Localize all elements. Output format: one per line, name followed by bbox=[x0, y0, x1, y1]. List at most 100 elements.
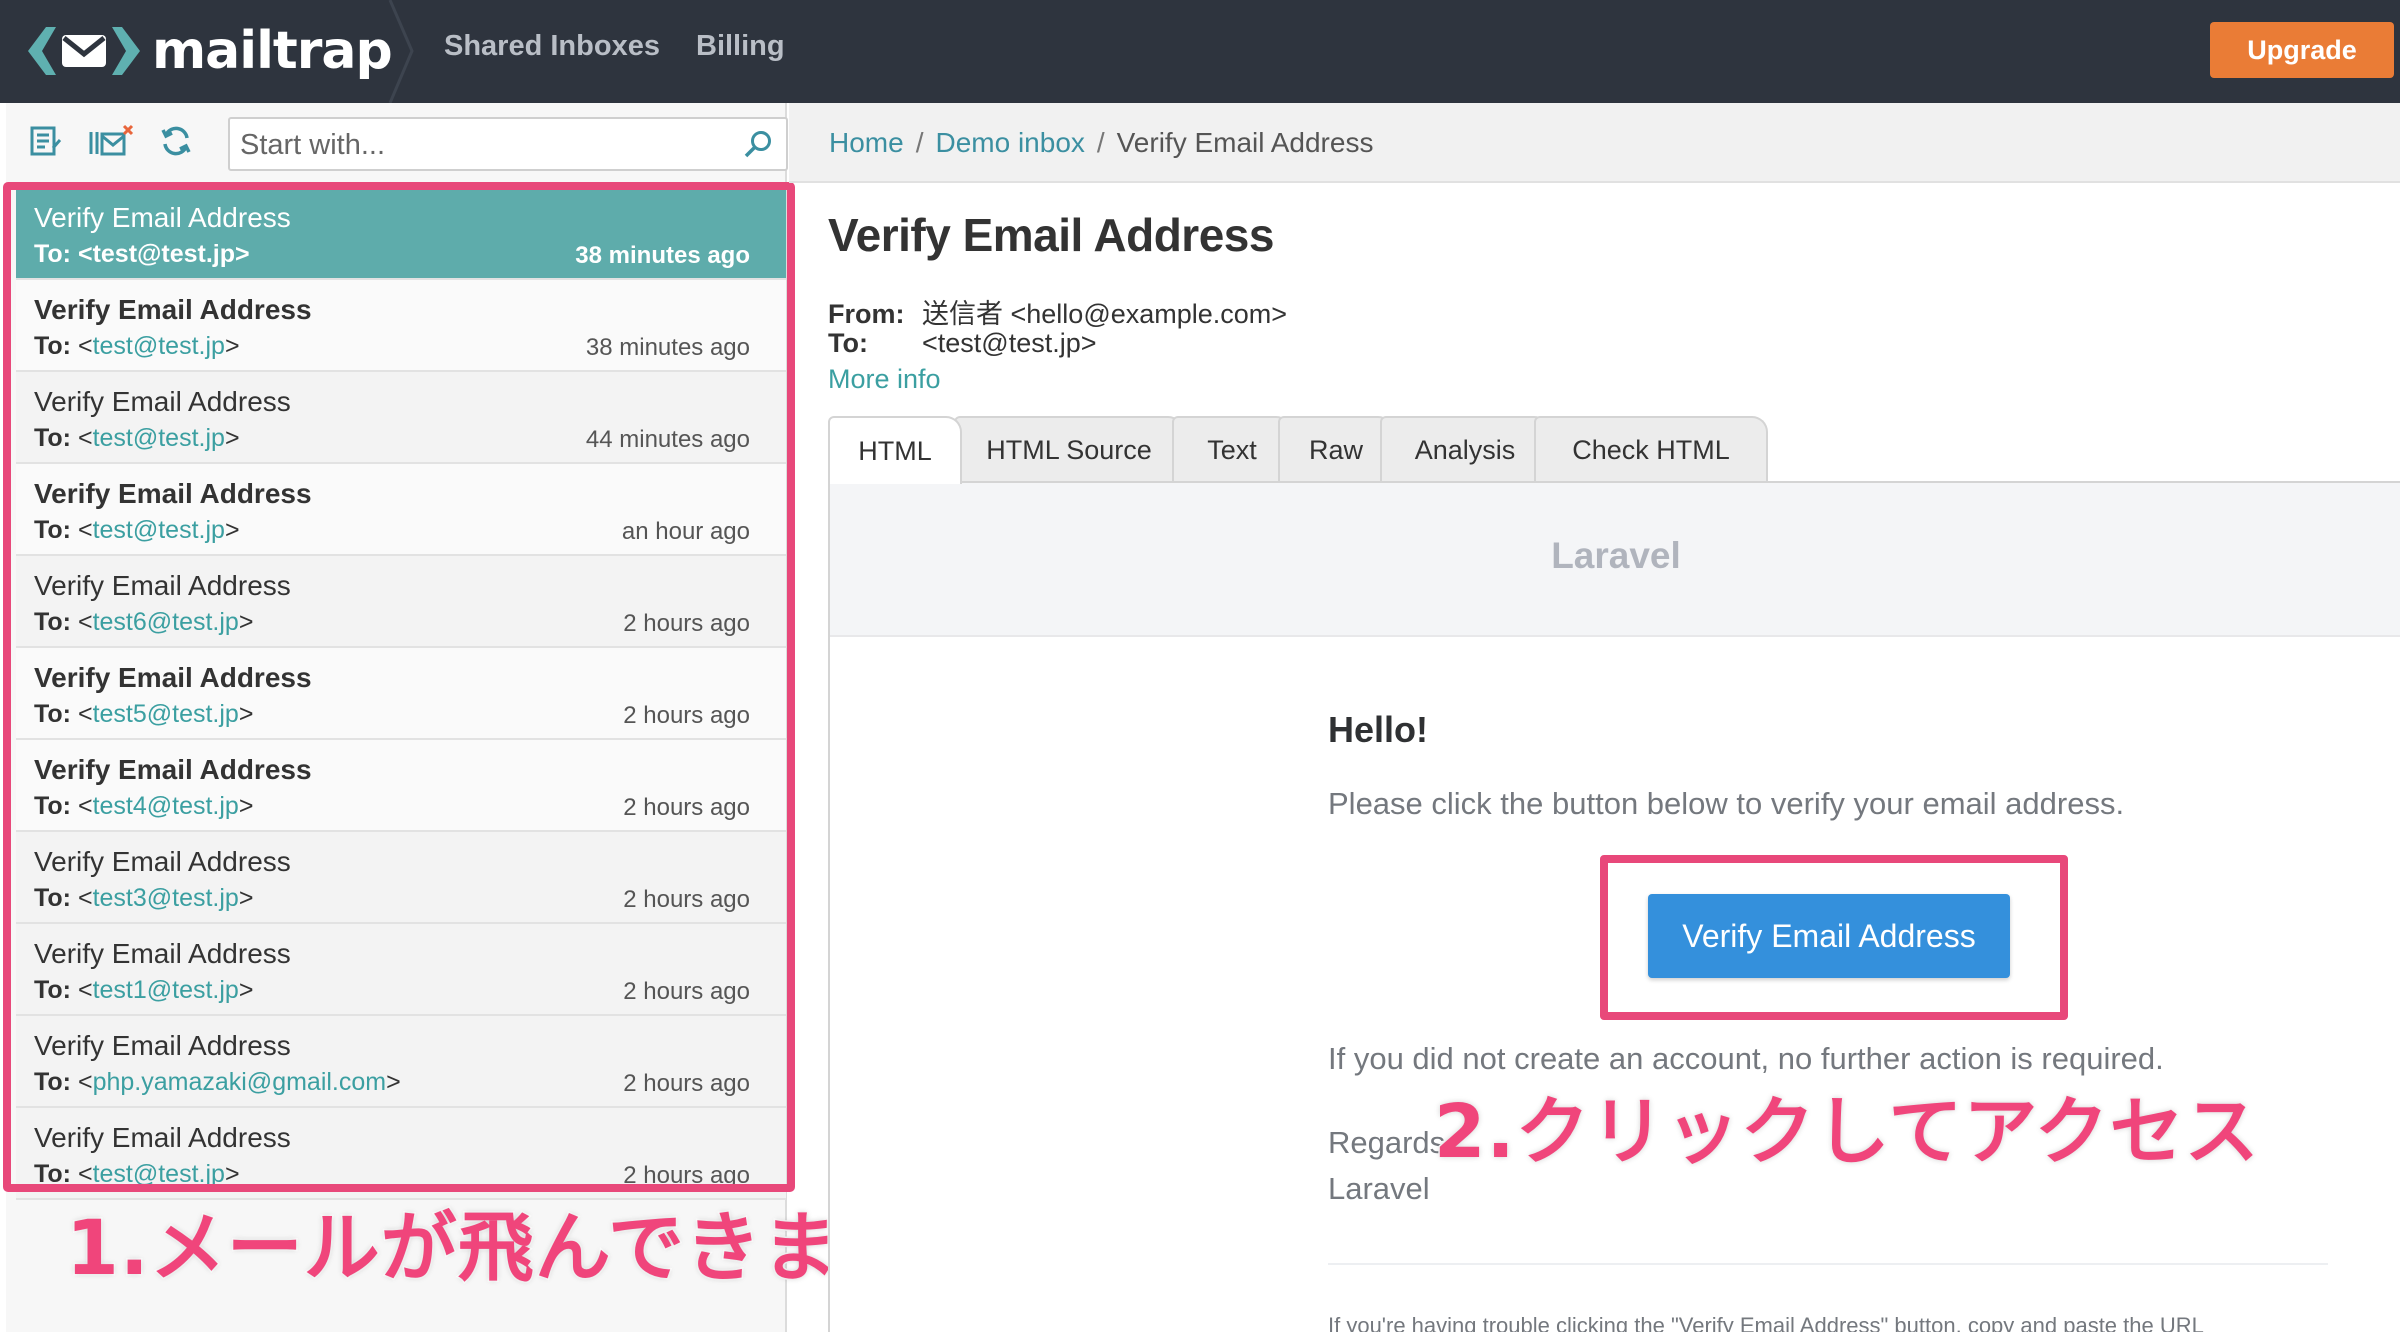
inbox-toolbar bbox=[6, 103, 788, 181]
breadcrumb-bar: Home / Demo inbox / Verify Email Address bbox=[789, 103, 2400, 183]
message-list-item[interactable]: Verify Email Address To: <php.yamazaki@gm… bbox=[16, 1016, 786, 1108]
email-trouble-text: If you're having trouble clicking the "V… bbox=[1328, 1313, 2204, 1332]
from-value: 送信者 <hello@example.com> bbox=[922, 299, 1288, 329]
clear-inbox-icon[interactable] bbox=[86, 121, 136, 161]
message-time: 2 hours ago bbox=[623, 1070, 750, 1097]
message-list: Verify Email Address To: <test@test.jp> 38… bbox=[16, 188, 786, 1273]
nav-shared-inboxes[interactable]: Shared Inboxes bbox=[444, 30, 660, 63]
message-to-label: To: bbox=[34, 884, 72, 912]
tab-raw[interactable]: Raw bbox=[1278, 416, 1394, 482]
message-to-address[interactable]: test@test.jp bbox=[93, 1160, 225, 1188]
message-subject: Verify Email Address bbox=[34, 202, 291, 233]
message-recipient: To: <test3@test.jp> bbox=[34, 884, 254, 912]
message-to-address[interactable]: test@test.jp bbox=[93, 332, 225, 360]
email-brand[interactable]: Laravel bbox=[830, 535, 2400, 577]
message-time: 2 hours ago bbox=[623, 794, 750, 821]
search-input[interactable] bbox=[240, 125, 720, 165]
message-recipient: To: <test@test.jp> bbox=[34, 424, 240, 452]
tab-text[interactable]: Text bbox=[1172, 416, 1292, 482]
annotation-step-2: 2.クリックしてアクセス bbox=[1433, 1088, 2261, 1177]
email-header: Laravel bbox=[830, 483, 2400, 637]
message-list-item[interactable]: Verify Email Address To: <test@test.jp> an… bbox=[16, 464, 786, 556]
message-list-item[interactable]: Verify Email Address To: <test@test.jp> 44… bbox=[16, 372, 786, 464]
message-to-label: To: bbox=[34, 700, 72, 728]
tab-html[interactable]: HTML bbox=[828, 416, 962, 484]
message-to-address[interactable]: test6@test.jp bbox=[93, 608, 239, 636]
refresh-icon[interactable] bbox=[156, 121, 196, 161]
message-to-address[interactable]: test4@test.jp bbox=[93, 792, 239, 820]
message-time: 2 hours ago bbox=[623, 702, 750, 729]
message-to-address[interactable]: test1@test.jp bbox=[93, 976, 239, 1004]
to-value: <test@test.jp> bbox=[922, 328, 1097, 358]
inbox-sidebar: Verify Email Address To: <test@test.jp> 38… bbox=[6, 103, 788, 1332]
email-greeting: Hello! bbox=[1328, 709, 1429, 750]
message-recipient: To: <test6@test.jp> bbox=[34, 608, 254, 636]
message-title: Verify Email Address bbox=[828, 209, 1274, 261]
message-list-item[interactable]: Verify Email Address To: <test1@test.jp> 2… bbox=[16, 924, 786, 1016]
message-time: 2 hours ago bbox=[623, 886, 750, 913]
message-to-address[interactable]: php.yamazaki@gmail.com bbox=[93, 1068, 387, 1096]
message-subject: Verify Email Address bbox=[34, 938, 291, 969]
message-to-address[interactable]: test5@test.jp bbox=[93, 700, 239, 728]
message-recipient: To: <php.yamazaki@gmail.com> bbox=[34, 1068, 401, 1096]
message-time: 2 hours ago bbox=[623, 610, 750, 637]
message-recipient: To: <test@test.jp> bbox=[34, 240, 250, 268]
message-list-item[interactable]: Verify Email Address To: <test@test.jp> 38… bbox=[16, 280, 786, 372]
message-list-item[interactable]: Verify Email Address To: <test@test.jp> 38… bbox=[16, 188, 786, 280]
message-subject: Verify Email Address bbox=[34, 1030, 291, 1061]
message-recipient: To: <test4@test.jp> bbox=[34, 792, 254, 820]
message-list-item[interactable]: Verify Email Address To: <test5@test.jp> 2… bbox=[16, 648, 786, 740]
mark-all-read-icon[interactable] bbox=[26, 121, 66, 161]
nav-billing[interactable]: Billing bbox=[696, 30, 785, 63]
message-to-label: To: bbox=[34, 240, 72, 268]
message-to-label: To: bbox=[34, 608, 72, 636]
email-intro: Please click the button below to verify … bbox=[1328, 786, 2125, 821]
mailtrap-logo[interactable]: mailtrap bbox=[24, 16, 393, 86]
tab-html-source[interactable]: HTML Source bbox=[954, 416, 1184, 482]
search-icon[interactable] bbox=[742, 129, 774, 161]
search-box bbox=[228, 117, 788, 171]
to-label: To: bbox=[828, 328, 868, 358]
message-subject: Verify Email Address bbox=[34, 754, 312, 785]
breadcrumb-separator: / bbox=[915, 127, 924, 158]
message-time: an hour ago bbox=[621, 518, 750, 545]
message-recipient: To: <test@test.jp> bbox=[34, 1160, 240, 1188]
message-recipient: To: <test5@test.jp> bbox=[34, 700, 254, 728]
from-row: From: 送信者 <hello@example.com> bbox=[828, 292, 1287, 331]
message-subject: Verify Email Address bbox=[34, 1122, 291, 1153]
message-subject: Verify Email Address bbox=[34, 570, 291, 601]
tab-check-html[interactable]: Check HTML bbox=[1534, 416, 1768, 482]
breadcrumb-inbox[interactable]: Demo inbox bbox=[935, 127, 1084, 158]
message-subject: Verify Email Address bbox=[34, 478, 312, 509]
message-to-address[interactable]: test@test.jp bbox=[93, 516, 225, 544]
message-to-label: To: bbox=[34, 792, 72, 820]
message-recipient: To: <test@test.jp> bbox=[34, 332, 240, 360]
message-list-item[interactable]: Verify Email Address To: <test6@test.jp> 2… bbox=[16, 556, 786, 648]
message-list-item[interactable]: Verify Email Address To: <test4@test.jp> 2… bbox=[16, 740, 786, 832]
email-signature: Laravel bbox=[1328, 1171, 1430, 1206]
message-time: 44 minutes ago bbox=[585, 426, 750, 453]
nav-separator bbox=[388, 0, 414, 103]
breadcrumb-current: Verify Email Address bbox=[1116, 127, 1374, 158]
message-to-label: To: bbox=[34, 516, 72, 544]
message-time: 38 minutes ago bbox=[585, 334, 750, 361]
message-subject: Verify Email Address bbox=[34, 294, 312, 325]
message-subject: Verify Email Address bbox=[34, 662, 312, 693]
more-info-link[interactable]: More info bbox=[828, 364, 941, 395]
to-row: To: <test@test.jp> bbox=[828, 328, 1097, 359]
from-label: From: bbox=[828, 299, 905, 329]
breadcrumb-home[interactable]: Home bbox=[829, 127, 904, 158]
message-to-label: To: bbox=[34, 976, 72, 1004]
message-list-item[interactable]: Verify Email Address To: <test3@test.jp> 2… bbox=[16, 832, 786, 924]
message-time: 2 hours ago bbox=[623, 978, 750, 1005]
message-time: 38 minutes ago bbox=[575, 242, 750, 269]
verify-email-button[interactable]: Verify Email Address bbox=[1648, 894, 2010, 978]
message-recipient: To: <test1@test.jp> bbox=[34, 976, 254, 1004]
tab-analysis[interactable]: Analysis bbox=[1380, 416, 1550, 482]
message-to-address[interactable]: test3@test.jp bbox=[93, 884, 239, 912]
app-name: mailtrap bbox=[152, 21, 393, 81]
message-to-address[interactable]: test@test.jp bbox=[93, 424, 225, 452]
upgrade-button[interactable]: Upgrade bbox=[2210, 22, 2394, 78]
message-to-address[interactable]: test@test.jp bbox=[93, 240, 235, 268]
message-subject: Verify Email Address bbox=[34, 386, 291, 417]
